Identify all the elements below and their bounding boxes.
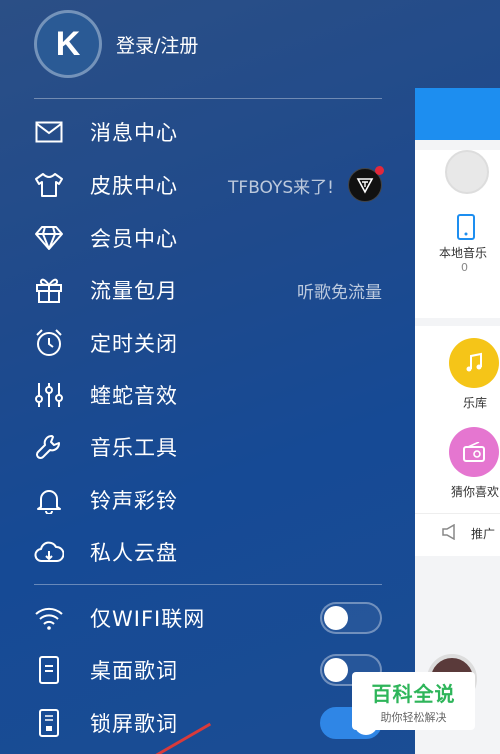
gift-icon <box>34 275 64 305</box>
menu-item-label: 定时关闭 <box>90 332 178 356</box>
setting-label: 桌面歌词 <box>90 659 178 683</box>
profile-header[interactable]: K 登录/注册 <box>34 10 198 78</box>
menu-item-label: 流量包月 <box>90 279 178 303</box>
menu-item-label: 蝰蛇音效 <box>90 384 178 408</box>
guess-you-like-button[interactable] <box>449 427 499 477</box>
watermark-title: 百科全说 <box>371 681 456 706</box>
data-package-hint: 听歌免流量 <box>297 282 382 303</box>
shirt-icon <box>34 170 64 200</box>
watermark-subtitle: 助你轻松解决 <box>380 710 447 724</box>
wifi-icon <box>34 603 64 633</box>
menu-item-skin-center[interactable]: 皮肤中心 TFBOYS来了! <box>34 165 384 205</box>
local-music-count: 0 <box>461 261 468 274</box>
side-drawer: K 登录/注册 消息中心 皮肤中心 TFBOYS来了! 会员中心 流量包月 听歌… <box>0 0 415 754</box>
diamond-icon <box>34 223 64 253</box>
setting-wifi-only: 仅WIFI联网 <box>34 598 382 638</box>
menu-item-ringtones[interactable]: 铃声彩铃 <box>34 480 382 520</box>
menu-item-cloud-drive[interactable]: 私人云盘 <box>34 532 382 572</box>
tfboys-badge-icon <box>348 166 384 202</box>
discover-card: 乐库 猜你喜欢 推广 <box>415 326 500 556</box>
setting-label: 锁屏歌词 <box>90 712 178 736</box>
divider <box>34 98 382 99</box>
toggle-knob <box>324 606 348 630</box>
promotion-row[interactable]: 推广 <box>415 514 500 543</box>
menu-item-music-tools[interactable]: 音乐工具 <box>34 427 382 467</box>
menu-item-label: 消息中心 <box>90 121 178 145</box>
menu-item-viper-sound[interactable]: 蝰蛇音效 <box>34 375 382 415</box>
panel-header <box>415 88 500 140</box>
toggle-knob <box>324 658 348 682</box>
menu-item-sleep-timer[interactable]: 定时关闭 <box>34 323 382 363</box>
menu-item-label: 铃声彩铃 <box>90 489 178 513</box>
skin-promo[interactable]: TFBOYS来了! <box>228 166 384 202</box>
menu-item-vip-center[interactable]: 会员中心 <box>34 218 382 258</box>
divider <box>34 584 382 585</box>
cloud-icon <box>34 537 64 567</box>
main-panel: 本地音乐 0 乐库 猜你喜欢 推广 <box>415 88 500 754</box>
promotion-label: 推广 <box>471 527 496 541</box>
mail-icon <box>34 117 64 147</box>
lockscreen-lyrics-icon <box>34 708 64 738</box>
menu-item-data-package[interactable]: 流量包月 听歌免流量 <box>34 270 382 310</box>
megaphone-icon <box>441 523 459 543</box>
wifi-only-toggle[interactable] <box>320 602 382 634</box>
library-label: 乐库 <box>463 396 488 410</box>
menu-item-label: 皮肤中心 <box>90 174 178 198</box>
avatar[interactable]: K <box>34 10 102 78</box>
bell-icon <box>34 485 64 515</box>
wrench-icon <box>34 432 64 462</box>
watermark-logo: 百科全说 助你轻松解决 <box>352 672 475 730</box>
alarm-clock-icon <box>34 328 64 358</box>
library-button[interactable] <box>449 338 499 388</box>
notification-dot <box>375 166 384 175</box>
setting-desktop-lyrics: 桌面歌词 <box>34 650 382 690</box>
menu-item-label: 会员中心 <box>90 227 178 251</box>
skin-promo-text: TFBOYS来了! <box>228 177 334 198</box>
user-card: 本地音乐 0 <box>415 150 500 318</box>
phone-icon <box>455 214 500 244</box>
local-music-label[interactable]: 本地音乐 <box>415 244 500 261</box>
login-register-link[interactable]: 登录/注册 <box>116 31 198 58</box>
menu-item-label: 私人云盘 <box>90 541 178 565</box>
setting-label: 仅WIFI联网 <box>90 607 206 631</box>
equalizer-icon <box>34 380 64 410</box>
menu-item-message-center[interactable]: 消息中心 <box>34 112 382 152</box>
phone-lyrics-icon <box>34 655 64 685</box>
user-avatar[interactable] <box>445 150 489 194</box>
guess-you-like-label: 猜你喜欢 <box>451 485 500 499</box>
menu-item-label: 音乐工具 <box>90 436 178 460</box>
